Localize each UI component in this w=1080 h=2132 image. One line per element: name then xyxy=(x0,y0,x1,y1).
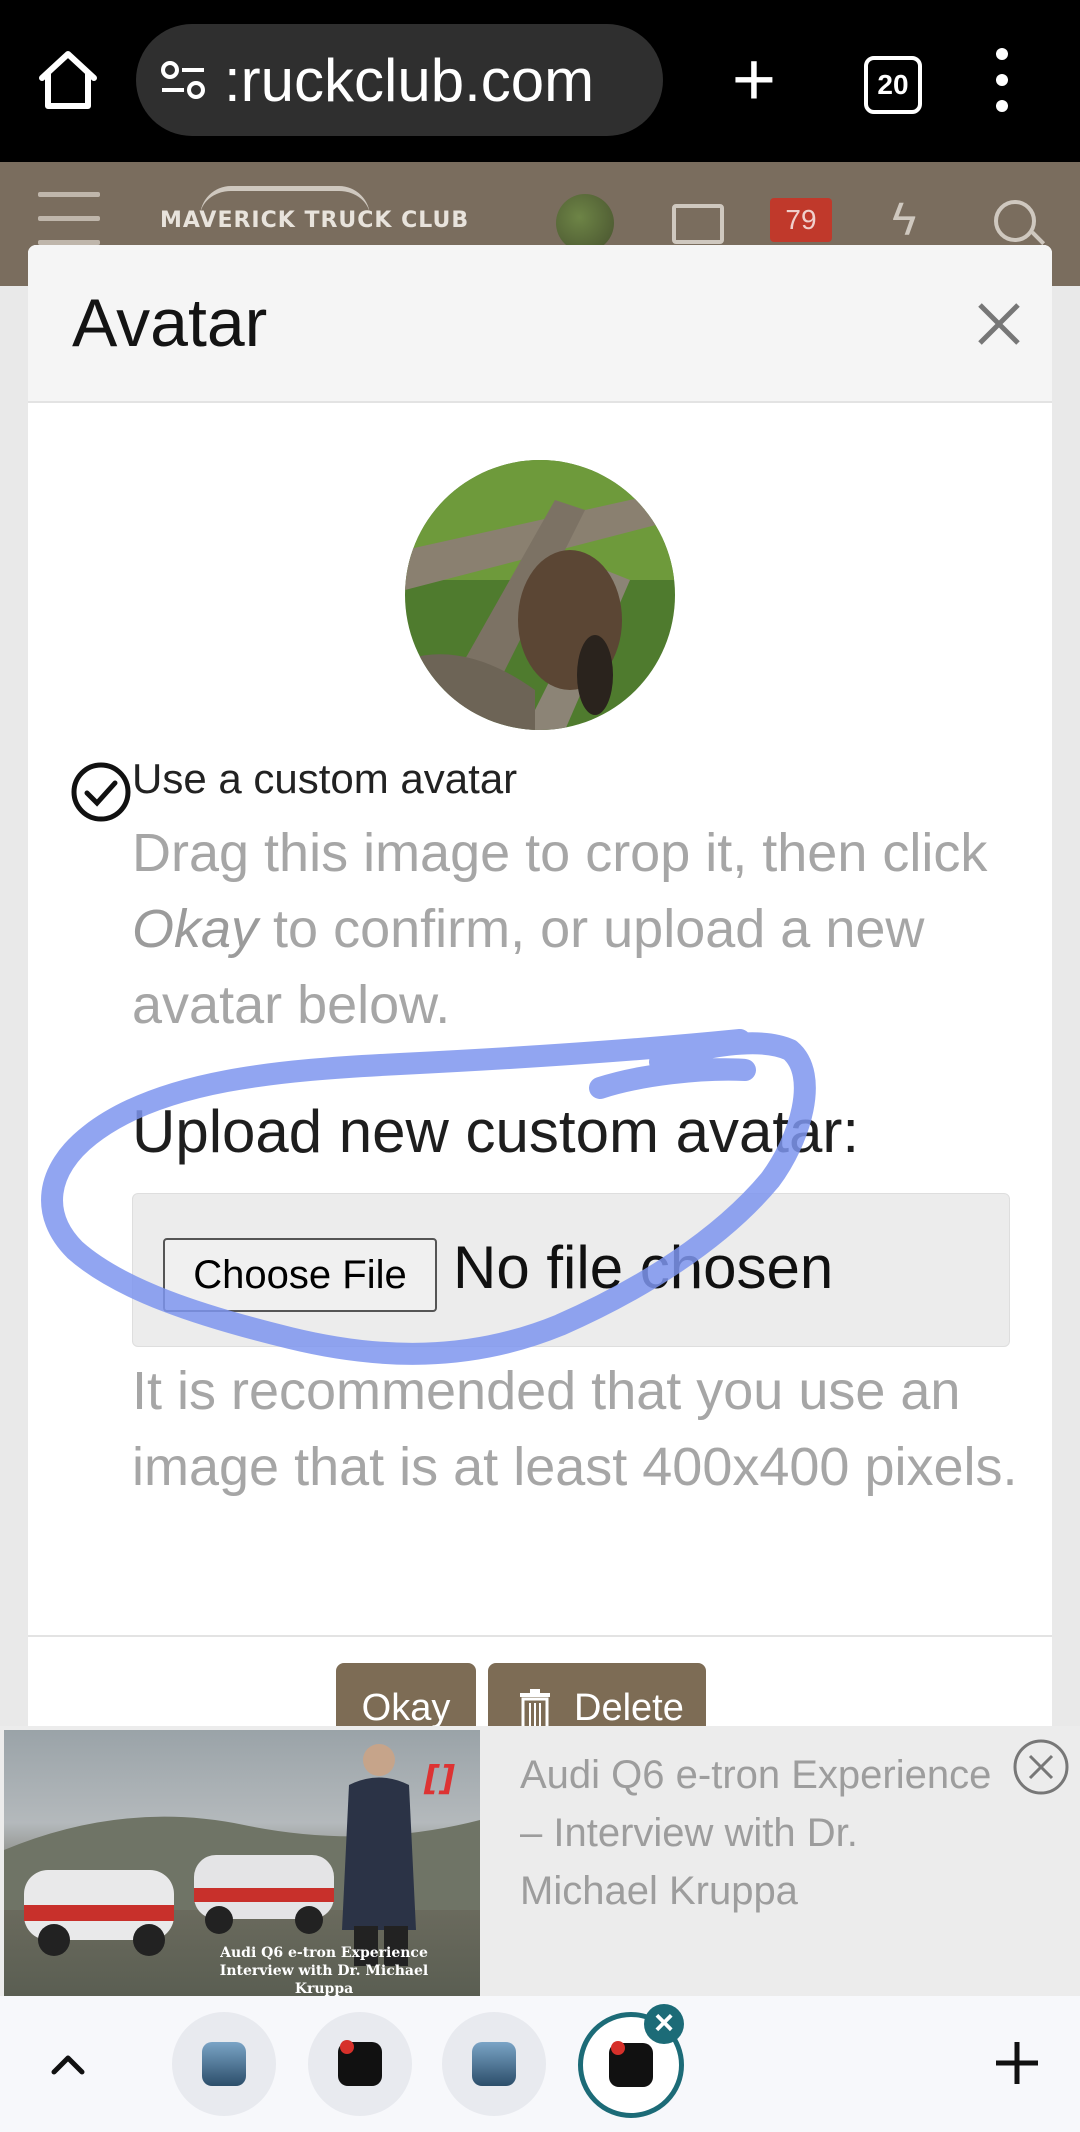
avatar-dialog: Avatar Use a custom avatar Drag this ima… xyxy=(28,245,1052,1745)
dialog-title: Avatar xyxy=(72,285,268,361)
svg-text:[]: [] xyxy=(423,1759,456,1799)
tab-group-strip: × xyxy=(0,1996,1080,2132)
close-tab-icon[interactable]: × xyxy=(644,2004,684,2044)
mtc-favicon-icon xyxy=(609,2041,653,2087)
choose-file-button[interactable]: Choose File xyxy=(163,1238,437,1312)
dialog-footer-divider xyxy=(28,1635,1052,1637)
file-input[interactable]: Choose File No file chosen xyxy=(132,1193,1010,1347)
checkbox-checked-icon[interactable] xyxy=(70,761,132,823)
ad-close-icon[interactable] xyxy=(1012,1738,1070,1796)
upload-label: Upload new custom avatar: xyxy=(132,1098,860,1165)
hint-text-part: Drag this image to crop it, then click xyxy=(132,823,988,883)
crop-hint-text: Drag this image to crop it, then click O… xyxy=(132,815,1032,1043)
caption-line: Interview with Dr. Michael Kruppa xyxy=(219,1963,429,1996)
ad-video-thumbnail[interactable]: [] Audi Q6 e-tron Experience Interview wi… xyxy=(4,1730,480,1996)
search-icon[interactable] xyxy=(994,200,1036,242)
address-bar[interactable]: :ruckclub.com xyxy=(136,24,663,136)
close-icon[interactable] xyxy=(974,299,1024,349)
car-favicon-icon xyxy=(202,2042,246,2086)
use-custom-avatar-label[interactable]: Use a custom avatar xyxy=(132,753,517,805)
new-tab-button[interactable]: + xyxy=(722,42,786,118)
tab-thumbnail[interactable] xyxy=(172,2012,276,2116)
hamburger-menu-icon[interactable] xyxy=(38,192,100,245)
browser-toolbar: :ruckclub.com + 20 xyxy=(0,0,1080,162)
ad-thumbnail-caption: Audi Q6 e-tron Experience Interview with … xyxy=(194,1944,454,1996)
ad-title[interactable]: Audi Q6 e-tron Experience – Interview wi… xyxy=(520,1746,1000,1920)
home-icon[interactable] xyxy=(34,46,102,114)
mail-icon[interactable] xyxy=(672,204,724,244)
dialog-header: Avatar xyxy=(28,245,1052,403)
hint-emphasis: Okay xyxy=(132,899,259,959)
mtc-favicon-icon xyxy=(338,2040,382,2086)
file-status-text: No file chosen xyxy=(453,1234,834,1301)
video-ad-banner[interactable]: [] Audi Q6 e-tron Experience Interview wi… xyxy=(0,1726,1080,1996)
tab-thumbnail[interactable] xyxy=(442,2012,546,2116)
bolt-icon[interactable]: ϟ xyxy=(892,192,916,246)
add-tab-icon[interactable] xyxy=(990,2036,1044,2090)
user-avatar[interactable] xyxy=(556,194,614,252)
alerts-badge[interactable]: 79 xyxy=(770,198,832,242)
avatar-preview-image[interactable] xyxy=(405,460,675,730)
site-logo[interactable]: MAVERICK TRUCK CLUB xyxy=(160,208,469,233)
car-favicon-icon xyxy=(472,2042,516,2086)
chevron-up-icon[interactable] xyxy=(44,2040,92,2088)
url-text[interactable]: :ruckclub.com xyxy=(224,46,594,116)
size-recommendation-text: It is recommended that you use an image … xyxy=(132,1361,1018,1497)
more-options-icon[interactable] xyxy=(984,44,1020,116)
caption-line: Audi Q6 e-tron Experience xyxy=(220,1945,428,1961)
tab-switcher-button[interactable]: 20 xyxy=(864,56,922,114)
site-settings-icon[interactable] xyxy=(158,56,208,106)
tab-thumbnail[interactable] xyxy=(308,2012,412,2116)
